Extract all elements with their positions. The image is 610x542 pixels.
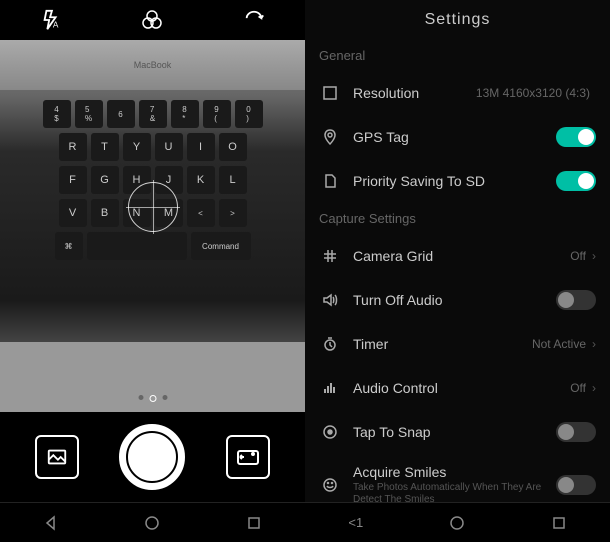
setting-tap-snap[interactable]: Tap To Snap: [305, 410, 610, 454]
back-button[interactable]: <1: [346, 513, 366, 533]
filter-icon[interactable]: [140, 8, 164, 32]
mode-indicator-dots: [138, 395, 167, 402]
setting-description: Take Photos Automatically When They Are …: [353, 482, 556, 502]
setting-value: 13M 4160x3120 (4:3): [476, 86, 590, 100]
setting-label: Timer: [353, 336, 532, 352]
camera-viewfinder[interactable]: MacBook 4$5%67&8*9(0) RTYUIO FGHJKL VBNM…: [0, 40, 305, 412]
sd-card-icon: [319, 173, 341, 189]
setting-value: Off: [570, 249, 586, 263]
setting-label: Camera Grid: [353, 248, 570, 264]
setting-sd[interactable]: Priority Saving To SD: [305, 159, 610, 203]
camera-app: A MacBook 4$5%67&8*9(0) RTYUIO FGHJKL VB…: [0, 0, 305, 542]
settings-list[interactable]: General Resolution 13M 4160x3120 (4:3) G…: [305, 40, 610, 502]
setting-label: GPS Tag: [353, 129, 556, 145]
gps-toggle[interactable]: [556, 127, 596, 147]
setting-label: Resolution: [353, 85, 476, 101]
tap-icon: [319, 424, 341, 440]
setting-timer[interactable]: Timer Not Active ›: [305, 322, 610, 366]
chevron-right-icon: ›: [592, 249, 596, 263]
setting-gps[interactable]: GPS Tag: [305, 115, 610, 159]
switch-camera-button[interactable]: [226, 435, 270, 479]
back-button[interactable]: [41, 513, 61, 533]
section-general: General: [305, 40, 610, 71]
sd-toggle[interactable]: [556, 171, 596, 191]
settings-title: Settings: [305, 0, 610, 40]
setting-value: Not Active: [532, 337, 586, 351]
resolution-icon: [319, 85, 341, 101]
recents-button[interactable]: [549, 513, 569, 533]
home-button[interactable]: [447, 513, 467, 533]
section-capture: Capture Settings: [305, 203, 610, 234]
setting-label: Tap To Snap: [353, 424, 556, 440]
chevron-right-icon: ›: [592, 381, 596, 395]
android-navbar-right: <1: [305, 502, 610, 542]
setting-label: Acquire Smiles: [353, 464, 556, 480]
tap-snap-toggle[interactable]: [556, 422, 596, 442]
setting-label: Turn Off Audio: [353, 292, 556, 308]
shutter-button[interactable]: [119, 424, 185, 490]
camera-controls: [0, 412, 305, 502]
setting-audio-off[interactable]: Turn Off Audio: [305, 278, 610, 322]
speaker-icon: [319, 292, 341, 308]
location-icon: [319, 129, 341, 145]
setting-value: Off: [570, 381, 586, 395]
smiles-toggle[interactable]: [556, 475, 596, 495]
setting-label: Priority Saving To SD: [353, 173, 556, 189]
timer-icon: [319, 336, 341, 352]
camera-topbar: A: [0, 0, 305, 40]
laptop-bezel: MacBook: [0, 40, 305, 90]
android-navbar-left: [0, 502, 305, 542]
smile-icon: [319, 477, 341, 493]
setting-label: Audio Control: [353, 380, 570, 396]
setting-audio-control[interactable]: Audio Control Off ›: [305, 366, 610, 410]
setting-smiles[interactable]: Acquire Smiles Take Photos Automatically…: [305, 454, 610, 502]
recents-button[interactable]: [244, 513, 264, 533]
flash-auto-icon[interactable]: A: [39, 8, 63, 32]
rotate-icon[interactable]: [242, 8, 266, 32]
settings-panel: Settings General Resolution 13M 4160x312…: [305, 0, 610, 542]
gallery-button[interactable]: [35, 435, 79, 479]
svg-text:A: A: [53, 20, 59, 29]
setting-resolution[interactable]: Resolution 13M 4160x3120 (4:3): [305, 71, 610, 115]
grid-icon: [319, 248, 341, 264]
setting-grid[interactable]: Camera Grid Off ›: [305, 234, 610, 278]
home-button[interactable]: [142, 513, 162, 533]
focus-indicator: [128, 182, 178, 232]
audio-bars-icon: [319, 380, 341, 396]
chevron-right-icon: ›: [592, 337, 596, 351]
audio-toggle[interactable]: [556, 290, 596, 310]
